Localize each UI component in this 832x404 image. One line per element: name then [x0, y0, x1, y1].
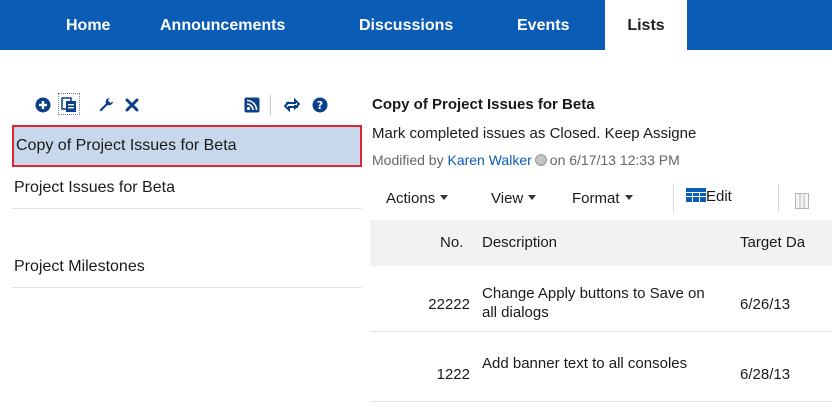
rss-icon[interactable] — [244, 97, 260, 113]
cell-no: 22222 — [428, 296, 470, 313]
delete-icon[interactable] — [124, 97, 140, 113]
table-header: No. Description Target Da — [370, 220, 832, 266]
format-menu-label: Format — [572, 190, 620, 207]
actions-menu[interactable]: Actions — [386, 190, 449, 207]
table-row[interactable]: 22222 Change Apply buttons to Save on al… — [370, 276, 832, 332]
column-header-target-date[interactable]: Target Da — [740, 234, 805, 251]
column-header-description[interactable]: Description — [482, 234, 557, 251]
list-title: Copy of Project Issues for Beta — [372, 96, 595, 113]
cell-description: Change Apply buttons to Save on all dial… — [482, 285, 705, 321]
copy-list-icon[interactable] — [61, 97, 77, 113]
toolbar-divider — [270, 95, 271, 115]
edit-button-label: Edit — [706, 188, 732, 205]
list-description: Mark completed issues as Closed. Keep As… — [372, 125, 697, 142]
edit-button[interactable]: Edit — [686, 188, 732, 205]
tab-discussions[interactable]: Discussions — [359, 0, 453, 50]
presence-icon — [534, 154, 547, 166]
sidebar-item-copy-of-project-issues-for-beta[interactable]: Copy of Project Issues for Beta — [12, 125, 362, 167]
view-menu-label: View — [491, 190, 524, 207]
modified-prefix: Modified by — [372, 152, 444, 168]
cell-target-date: 6/26/13 — [740, 296, 791, 313]
chevron-down-icon — [528, 195, 537, 200]
cell-no: 1222 — [436, 366, 470, 383]
table-edit-icon — [686, 188, 706, 202]
format-menu[interactable]: Format — [572, 190, 633, 207]
modified-date: on 6/17/13 12:33 PM — [549, 152, 680, 168]
column-grid-icon[interactable] — [795, 193, 809, 209]
refresh-icon[interactable] — [284, 97, 300, 113]
sidebar-item-project-milestones[interactable]: Project Milestones — [12, 246, 362, 288]
menu-divider — [778, 184, 779, 212]
view-menu[interactable]: View — [491, 190, 537, 207]
column-header-no[interactable]: No. — [440, 234, 463, 251]
help-icon[interactable]: ? — [312, 97, 328, 113]
add-icon[interactable] — [35, 97, 51, 113]
chevron-down-icon — [624, 195, 633, 200]
modified-info: Modified by Karen Walker on 6/17/13 12:33… — [372, 152, 680, 168]
top-navigation-bar: Home Announcements Discussions Events Li… — [0, 0, 832, 54]
tab-lists[interactable]: Lists — [605, 0, 687, 54]
chevron-down-icon — [440, 195, 449, 200]
menu-divider — [673, 184, 674, 212]
tab-events[interactable]: Events — [517, 0, 569, 50]
actions-menu-label: Actions — [386, 190, 436, 207]
author-link[interactable]: Karen Walker — [447, 152, 531, 168]
cell-target-date: 6/28/13 — [740, 366, 791, 383]
tab-home[interactable]: Home — [66, 0, 110, 50]
cell-description: Add banner text to all consoles — [482, 355, 688, 372]
sidebar-item-project-issues-for-beta[interactable]: Project Issues for Beta — [12, 167, 362, 209]
tab-announcements[interactable]: Announcements — [160, 0, 285, 50]
svg-text:?: ? — [317, 99, 323, 112]
table-row[interactable]: 1222 Add banner text to all consoles 6/2… — [370, 346, 832, 402]
wrench-icon[interactable] — [98, 97, 114, 113]
